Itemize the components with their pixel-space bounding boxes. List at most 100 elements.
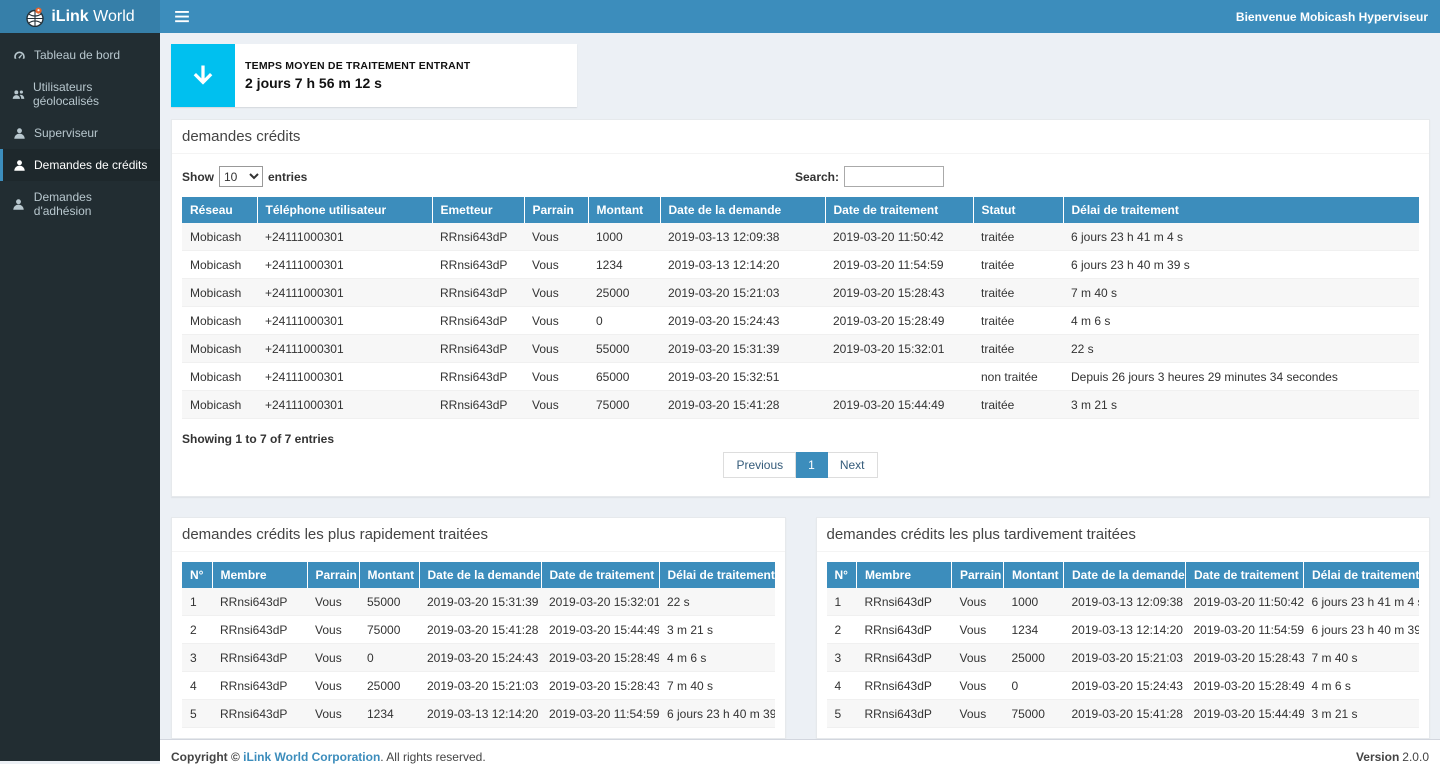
table-cell: 2019-03-20 15:32:01	[541, 588, 659, 616]
table-cell: RRnsi643dP	[857, 616, 952, 644]
table-row: Mobicash+24111000301RRnsi643dPVous250002…	[182, 279, 1419, 307]
sidebar-item-utilisateurs-geolocalises[interactable]: Utilisateurs géolocalisés	[0, 71, 160, 117]
column-header[interactable]: Date de traitement	[825, 197, 973, 223]
table-cell: 6 jours 23 h 40 m 39 s	[1304, 616, 1420, 644]
column-header[interactable]: N°	[827, 562, 857, 588]
column-header[interactable]: Montant	[588, 197, 660, 223]
table-cell: 1	[827, 588, 857, 616]
table-cell	[825, 363, 973, 391]
sidebar-item-demandes-de-credits[interactable]: Demandes de crédits	[0, 149, 160, 181]
globe-logo-icon	[25, 7, 45, 27]
version-value: 2.0.0	[1402, 750, 1429, 764]
column-header[interactable]: Date de la demande	[1064, 562, 1186, 588]
table-cell: Mobicash	[182, 363, 257, 391]
table-cell: 75000	[359, 616, 419, 644]
column-header[interactable]: Délai de traitement	[1304, 562, 1420, 588]
table-cell: 1234	[588, 251, 660, 279]
column-header[interactable]: Date de traitement	[541, 562, 659, 588]
table-cell: RRnsi643dP	[212, 588, 307, 616]
column-header[interactable]: Emetteur	[432, 197, 524, 223]
infobox-label: TEMPS MOYEN DE TRAITEMENT ENTRANT	[245, 60, 470, 72]
column-header[interactable]: Date de la demande	[419, 562, 541, 588]
table-cell: 25000	[359, 672, 419, 700]
table-cell: 2019-03-20 15:44:49	[1186, 700, 1304, 728]
column-header[interactable]: Parrain	[524, 197, 588, 223]
table-cell: Vous	[952, 616, 1004, 644]
table-cell: 2019-03-20 15:41:28	[419, 616, 541, 644]
table-cell: RRnsi643dP	[432, 335, 524, 363]
sidebar-item-demandes-adhesion[interactable]: Demandes d'adhésion	[0, 181, 160, 227]
table-cell: RRnsi643dP	[432, 363, 524, 391]
column-header[interactable]: Parrain	[307, 562, 359, 588]
pagination-page-1-button[interactable]: 1	[796, 452, 828, 478]
page-length-control: Show 10 entries	[182, 166, 307, 187]
panel-body: N°MembreParrainMontantDate de la demande…	[817, 552, 1430, 738]
user-menu[interactable]: Bienvenue Mobicash Hyperviseur	[1224, 10, 1440, 24]
table-cell: 22 s	[659, 588, 775, 616]
infobox-value: 2 jours 7 h 56 m 12 s	[245, 75, 470, 91]
table-cell: Vous	[524, 251, 588, 279]
sidebar-toggle-button[interactable]	[160, 0, 204, 33]
column-header[interactable]: Délai de traitement	[659, 562, 775, 588]
infobox-content: TEMPS MOYEN DE TRAITEMENT ENTRANT 2 jour…	[235, 44, 480, 107]
table-cell: 2019-03-20 15:32:01	[825, 335, 973, 363]
pagination-next-button[interactable]: Next	[828, 452, 878, 478]
table-cell: 2019-03-20 11:50:42	[1186, 588, 1304, 616]
bottom-panels-row: demandes crédits les plus rapidement tra…	[171, 517, 1430, 739]
table-cell: 2019-03-20 11:54:59	[1186, 616, 1304, 644]
column-header[interactable]: Statut	[973, 197, 1063, 223]
panel-body: Show 10 entries Search: RéseauTéléphone …	[172, 154, 1429, 496]
column-header[interactable]: Membre	[212, 562, 307, 588]
table-cell: Mobicash	[182, 391, 257, 419]
column-header[interactable]: Téléphone utilisateur	[257, 197, 432, 223]
table-cell: RRnsi643dP	[432, 251, 524, 279]
column-header[interactable]: Parrain	[952, 562, 1004, 588]
sidebar-item-tableau-de-bord[interactable]: Tableau de bord	[0, 39, 160, 71]
table-cell: 2019-03-20 11:54:59	[825, 251, 973, 279]
pagination-previous-button[interactable]: Previous	[723, 452, 796, 478]
table-row: Mobicash+24111000301RRnsi643dPVous650002…	[182, 363, 1419, 391]
column-header[interactable]: Délai de traitement	[1063, 197, 1419, 223]
company-link[interactable]: iLink World Corporation	[243, 750, 380, 764]
table-cell: 2019-03-20 15:28:49	[1186, 672, 1304, 700]
table-row: Mobicash+24111000301RRnsi643dPVous750002…	[182, 391, 1419, 419]
table-cell: 2019-03-20 15:21:03	[1064, 644, 1186, 672]
sidebar-item-superviseur[interactable]: Superviseur	[0, 117, 160, 149]
table-head: N°MembreParrainMontantDate de la demande…	[182, 562, 775, 588]
table-cell: traitée	[973, 279, 1063, 307]
table-cell: 6 jours 23 h 41 m 4 s	[1063, 223, 1419, 251]
table-cell: RRnsi643dP	[212, 672, 307, 700]
table-cell: 7 m 40 s	[659, 672, 775, 700]
table-cell: 2019-03-20 11:50:42	[825, 223, 973, 251]
table-cell: Vous	[307, 616, 359, 644]
column-header[interactable]: Montant	[359, 562, 419, 588]
table-cell: 2019-03-13 12:09:38	[660, 223, 825, 251]
column-header[interactable]: Date de la demande	[660, 197, 825, 223]
table-cell: Vous	[307, 700, 359, 728]
table-cell: 3 m 21 s	[1304, 700, 1420, 728]
table-cell: 4 m 6 s	[1063, 307, 1419, 335]
table-cell: Mobicash	[182, 223, 257, 251]
table-body: Mobicash+24111000301RRnsi643dPVous100020…	[182, 223, 1419, 419]
column-header[interactable]: Réseau	[182, 197, 257, 223]
table-cell: Vous	[307, 672, 359, 700]
table-cell: Depuis 26 jours 3 heures 29 minutes 34 s…	[1063, 363, 1419, 391]
table-cell: RRnsi643dP	[432, 307, 524, 335]
table-cell: Vous	[307, 644, 359, 672]
avg-processing-time-infobox: TEMPS MOYEN DE TRAITEMENT ENTRANT 2 jour…	[171, 44, 577, 107]
search-input[interactable]	[844, 166, 944, 187]
table-cell: 1000	[1004, 588, 1064, 616]
column-header[interactable]: Membre	[857, 562, 952, 588]
slowest-processed-panel: demandes crédits les plus tardivement tr…	[816, 517, 1431, 739]
column-header[interactable]: N°	[182, 562, 212, 588]
table-cell: 6 jours 23 h 40 m 39 s	[659, 700, 775, 728]
table-cell: +24111000301	[257, 335, 432, 363]
table-cell: 75000	[1004, 700, 1064, 728]
table-cell: 2019-03-20 15:31:39	[419, 588, 541, 616]
column-header[interactable]: Montant	[1004, 562, 1064, 588]
table-cell: 2019-03-20 15:41:28	[660, 391, 825, 419]
column-header[interactable]: Date de traitement	[1186, 562, 1304, 588]
page-length-select[interactable]: 10	[219, 166, 263, 187]
brand-logo[interactable]: iLink World	[0, 0, 160, 33]
table-cell: RRnsi643dP	[212, 616, 307, 644]
